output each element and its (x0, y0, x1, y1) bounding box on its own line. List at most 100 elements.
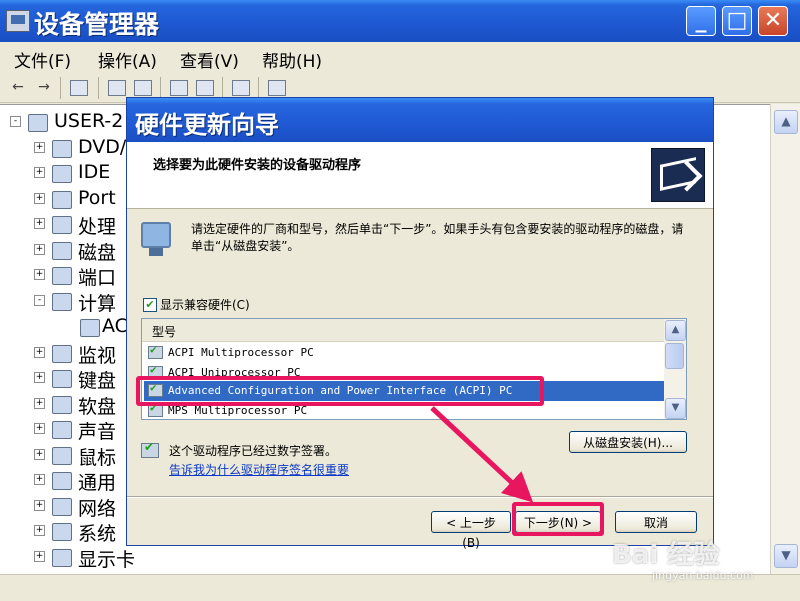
driver-signed-text: 这个驱动程序已经过数字签署。 (169, 444, 338, 458)
view-icon[interactable] (196, 80, 214, 96)
tree-item-label: Port (78, 187, 116, 209)
menu-action[interactable]: 操作(A) (98, 47, 157, 72)
tree-item-label: AC (102, 315, 128, 337)
tree-expander[interactable]: + (34, 423, 45, 434)
cancel-button[interactable]: 取消 (615, 511, 697, 533)
scan-icon[interactable] (232, 80, 250, 96)
tree-expander[interactable]: + (34, 142, 45, 153)
model-name: ACPI Multiprocessor PC (168, 346, 314, 359)
tree-item-label: 声音 (78, 421, 117, 443)
display-adapter-icon (52, 549, 72, 567)
model-list-item[interactable]: ACPI Multiprocessor PC (144, 343, 664, 363)
wizard-title-bar[interactable]: 硬件更新向导 (127, 98, 713, 142)
tree-expander[interactable]: + (34, 525, 45, 536)
list-scroll-thumb[interactable] (665, 343, 684, 369)
baidu-watermark-logo: Bai 经验 (612, 540, 720, 570)
network-icon (52, 498, 72, 516)
tree-expander[interactable]: + (34, 244, 45, 255)
toolbar-separator (98, 77, 99, 99)
wizard-title: 硬件更新向导 (135, 111, 279, 139)
model-list-header[interactable]: 型号 (142, 319, 664, 342)
vertical-scrollbar[interactable]: ▲ ▼ (770, 104, 800, 574)
scroll-down-button[interactable]: ▼ (774, 544, 798, 568)
forward-arrow-icon[interactable]: → (34, 78, 54, 96)
model-column-label: 型号 (152, 325, 177, 339)
show-compatible-label[interactable]: 显示兼容硬件(C) (160, 296, 250, 313)
wizard-instruction: 请选定硬件的厂商和型号，然后单击“下一步”。如果手头有包含要安装的驱动程序的磁盘… (191, 222, 684, 253)
tree-expander[interactable]: + (34, 193, 45, 204)
highlight-selected-model (136, 376, 544, 406)
menu-view[interactable]: 查看(V) (180, 47, 239, 72)
close-button[interactable]: ✕ (758, 6, 788, 36)
port-icon (52, 191, 72, 209)
wizard-divider (127, 496, 713, 498)
port-connector-icon (52, 267, 72, 285)
tree-item-label: 鼠标 (78, 447, 117, 469)
tree-expander[interactable]: + (34, 269, 45, 280)
list-scroll-down-button[interactable]: ▼ (665, 398, 686, 419)
computer-icon (80, 319, 100, 337)
back-button[interactable]: < 上一步(B) (431, 511, 511, 550)
processor-icon (52, 216, 72, 234)
tree-item-label: 计算 (78, 293, 117, 315)
menu-file[interactable]: 文件(F) (14, 47, 71, 72)
wizard-header: 选择要为此硬件安装的设备驱动程序 (127, 142, 713, 209)
tree-item-label: 处理 (78, 216, 117, 238)
help-icon[interactable] (170, 80, 188, 96)
tree-item-label: IDE (78, 161, 111, 183)
scroll-up-button[interactable]: ▲ (774, 110, 798, 134)
hardware-update-wizard: 硬件更新向导 选择要为此硬件安装的设备驱动程序 请选定硬件的厂商和型号，然后单击… (126, 97, 714, 550)
tree-expander[interactable]: + (34, 347, 45, 358)
sound-icon (52, 421, 72, 439)
update-driver-icon[interactable] (268, 80, 286, 96)
floppy-drive-icon (52, 396, 72, 414)
properties-icon[interactable] (108, 80, 126, 96)
tree-expander[interactable]: + (34, 551, 45, 562)
maximize-button[interactable]: □ (722, 6, 752, 36)
disk-drive-icon (52, 242, 72, 260)
model-list-scrollbar[interactable]: ▲ ▼ (664, 319, 686, 419)
tree-item[interactable]: + 显示卡 (0, 546, 200, 571)
system-device-icon (52, 523, 72, 541)
driver-signing-link[interactable]: 告诉我为什么驱动程序签名很重要 (169, 461, 349, 478)
tree-expander[interactable]: + (34, 474, 45, 485)
window-title: 设备管理器 (34, 10, 160, 39)
usb-icon (52, 472, 72, 490)
list-scroll-up-button[interactable]: ▲ (665, 320, 686, 341)
tree-expander[interactable]: + (34, 218, 45, 229)
tree-expander[interactable]: + (34, 449, 45, 460)
device-manager-icon (6, 10, 30, 32)
tree-expander[interactable]: + (34, 167, 45, 178)
tree-root-label: USER-2 (54, 110, 124, 132)
baidu-watermark-url: jingyan.baidu.com (652, 569, 754, 582)
tree-item-label: 端口 (78, 267, 117, 289)
computer-icon (28, 114, 48, 132)
tree-expander[interactable]: + (34, 500, 45, 511)
print-icon[interactable] (134, 80, 152, 96)
tree-expander[interactable]: - (34, 295, 45, 306)
tree-expander[interactable]: - (10, 116, 21, 127)
show-compatible-checkbox[interactable]: ✔ (143, 298, 157, 312)
show-hide-tree-icon[interactable] (70, 80, 88, 96)
monitor-icon (52, 345, 72, 363)
tree-item-label: 网络 (78, 498, 117, 520)
toolbar-separator (60, 77, 61, 99)
wizard-header-title: 选择要为此硬件安装的设备驱动程序 (153, 158, 362, 173)
hardware-install-icon (651, 148, 705, 202)
have-disk-button[interactable]: 从磁盘安装(H)... (569, 431, 687, 453)
toolbar-separator (160, 77, 161, 99)
tree-item-label: 磁盘 (78, 242, 117, 264)
highlight-next-button (512, 502, 604, 536)
signed-driver-icon (148, 343, 163, 359)
back-arrow-icon[interactable]: ← (8, 78, 28, 96)
title-bar[interactable]: 设备管理器 _ □ ✕ (0, 0, 800, 42)
minimize-button[interactable]: _ (686, 6, 716, 36)
tree-expander[interactable]: + (34, 372, 45, 383)
tree-expander[interactable]: + (34, 398, 45, 409)
toolbar-separator (258, 77, 259, 99)
ide-controller-icon (52, 165, 72, 183)
menu-help[interactable]: 帮助(H) (262, 47, 322, 72)
menu-bar: 文件(F) 操作(A) 查看(V) 帮助(H) (0, 42, 800, 74)
tree-item-label: 通用 (78, 472, 117, 494)
tree-item-label: 键盘 (78, 370, 117, 392)
